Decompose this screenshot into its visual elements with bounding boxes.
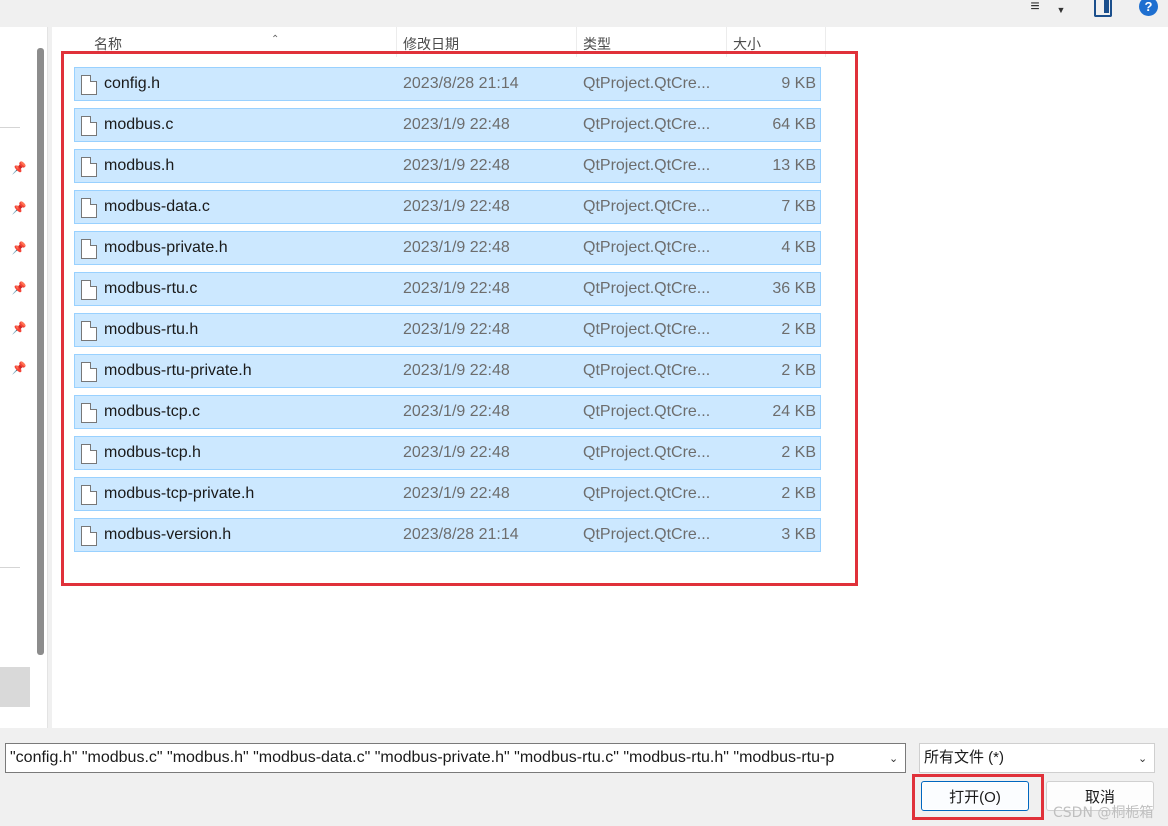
nav-scrollbar[interactable]	[37, 48, 44, 655]
preview-pane-icon[interactable]	[1094, 0, 1112, 17]
help-icon[interactable]: ?	[1139, 0, 1158, 16]
chevron-down-icon[interactable]: ▼	[1055, 1, 1067, 19]
chevron-down-icon[interactable]: ⌄	[889, 752, 898, 765]
nav-selected-item[interactable]	[0, 667, 30, 707]
pin-icon[interactable]: 📌	[12, 361, 27, 375]
chevron-down-icon[interactable]: ⌄	[1138, 752, 1147, 765]
nav-divider	[0, 567, 20, 568]
pin-icon[interactable]: 📌	[12, 321, 27, 335]
annotation-highlight-box	[912, 774, 1044, 820]
nav-divider	[0, 127, 20, 128]
filename-input[interactable]: "config.h" "modbus.c" "modbus.h" "modbus…	[5, 743, 906, 773]
pin-icon[interactable]: 📌	[12, 161, 27, 175]
filename-input-value: "config.h" "modbus.c" "modbus.h" "modbus…	[10, 749, 835, 766]
pin-icon[interactable]: 📌	[12, 281, 27, 295]
list-view-icon[interactable]: ≡	[1026, 0, 1044, 16]
pin-icon[interactable]: 📌	[12, 241, 27, 255]
navigation-pane: 📌 📌 📌 📌 📌 📌	[0, 27, 48, 728]
watermark: CSDN @桐栀箱	[1053, 805, 1154, 821]
filetype-select[interactable]: 所有文件 (*)	[919, 743, 1155, 773]
column-header-name-label: 名称	[94, 36, 122, 52]
filetype-select-value: 所有文件 (*)	[924, 749, 1004, 766]
toolbar: ≡ ▼ ?	[0, 0, 1168, 27]
pin-icon[interactable]: 📌	[12, 201, 27, 215]
annotation-highlight-box	[61, 51, 858, 586]
